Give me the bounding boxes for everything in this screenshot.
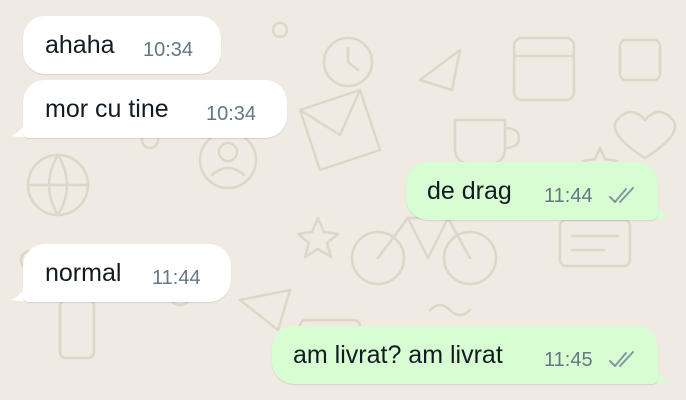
double-check-icon [609,187,634,203]
message-bubble-outgoing[interactable]: de drag 11:44 [406,162,658,220]
message-bubble-incoming[interactable]: ahaha 10:34 [23,16,221,74]
double-check-icon [609,351,634,367]
message-timestamp: 11:45 [544,349,593,371]
message-bubble-incoming[interactable]: normal 11:44 [23,244,231,302]
message-timestamp: 11:44 [544,185,593,207]
message-timestamp: 10:34 [143,39,194,61]
message-text: am livrat? am livrat [293,341,503,369]
message-timestamp: 11:44 [152,267,201,289]
message-text: de drag [427,177,512,205]
message-bubble-incoming[interactable]: mor cu tine 10:34 [23,80,287,138]
message-text: mor cu tine [45,95,169,123]
message-timestamp: 10:34 [206,103,257,125]
message-text: ahaha [45,31,115,59]
message-bubble-outgoing[interactable]: am livrat? am livrat 11:45 [272,326,658,384]
message-text: normal [45,259,122,287]
